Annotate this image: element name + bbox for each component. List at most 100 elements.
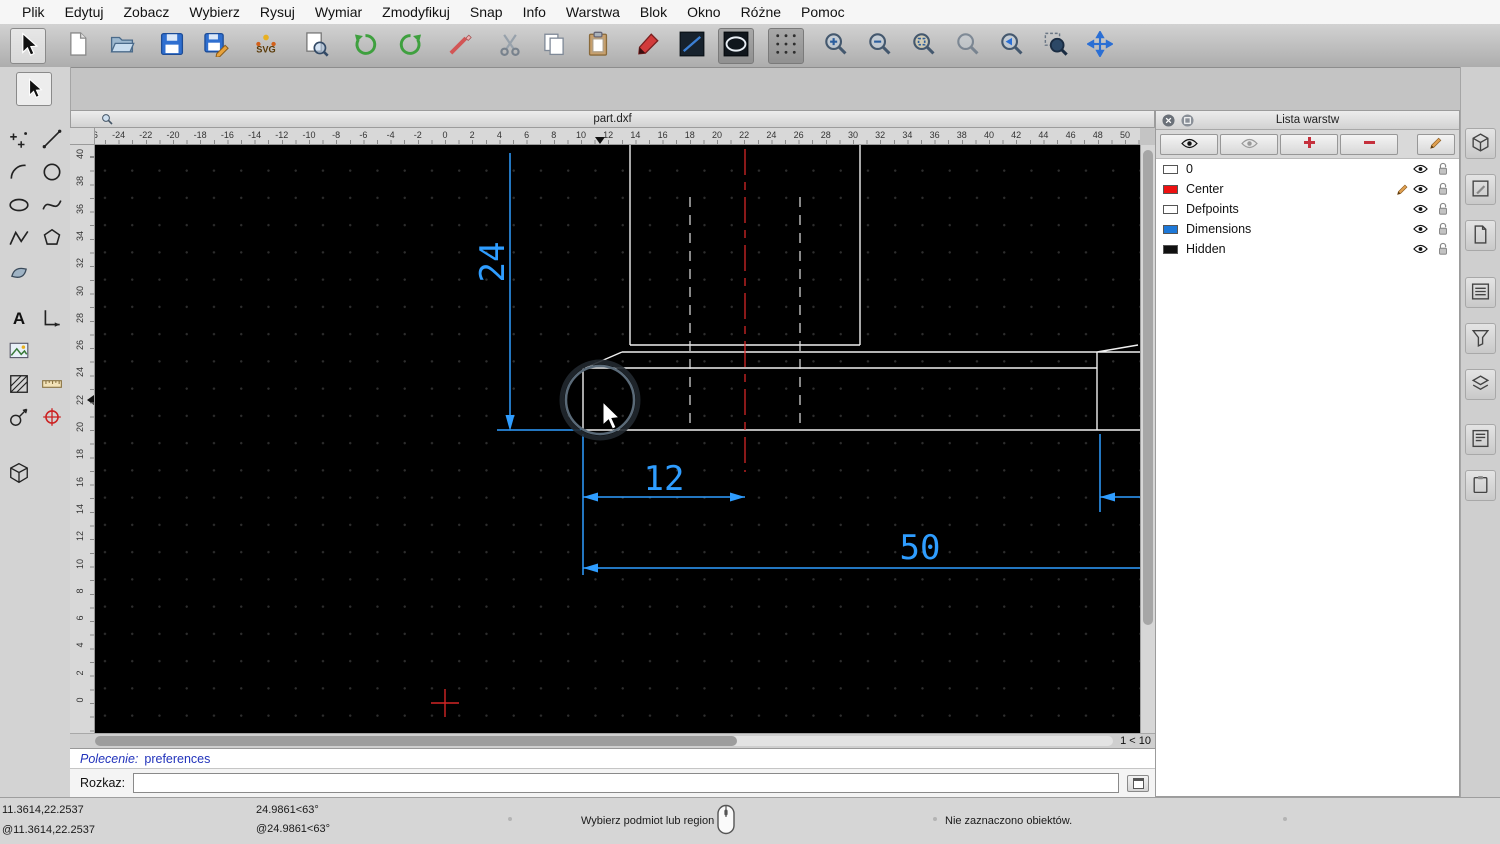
- drawing-canvas[interactable]: 24 12 50: [95, 145, 1140, 733]
- print-preview-button[interactable]: [298, 28, 334, 64]
- region-tool-button[interactable]: [4, 257, 34, 291]
- spline-tool-button[interactable]: [37, 191, 67, 221]
- text-tool-button[interactable]: A: [4, 304, 34, 334]
- palette-select-button[interactable]: [16, 72, 52, 106]
- menu-okno[interactable]: Okno: [677, 4, 730, 20]
- document-titlebar[interactable]: part.dxf: [70, 110, 1155, 128]
- measure-tool-button[interactable]: [37, 370, 67, 400]
- part-outline[interactable]: [582, 145, 1140, 431]
- layer-lock-toggle[interactable]: [1435, 162, 1451, 176]
- isometric-tool-button[interactable]: [4, 457, 34, 491]
- layer-visibility-toggle[interactable]: [1411, 244, 1429, 254]
- vertical-scrollbar-thumb[interactable]: [1143, 150, 1153, 625]
- save-button[interactable]: [154, 28, 190, 64]
- copy-button[interactable]: [536, 28, 572, 64]
- snap-tool-button[interactable]: [37, 403, 67, 433]
- line-attributes-button[interactable]: [674, 28, 710, 64]
- menu-wymiar[interactable]: Wymiar: [305, 4, 372, 20]
- dock-page-button[interactable]: [1465, 220, 1496, 251]
- horizontal-scrollbar[interactable]: [95, 736, 1113, 746]
- redo-button[interactable]: [392, 28, 428, 64]
- menu-plik[interactable]: Plik: [12, 4, 55, 20]
- polyline-tool-button[interactable]: [4, 224, 34, 254]
- hatch-icon: [8, 373, 30, 398]
- edit-layer-button[interactable]: [1417, 133, 1455, 155]
- layer-lock-toggle[interactable]: [1435, 242, 1451, 256]
- layer-row[interactable]: Center: [1156, 179, 1459, 199]
- image-tool-button[interactable]: [4, 337, 34, 367]
- menu-wybierz[interactable]: Wybierz: [179, 4, 249, 20]
- add-layer-button[interactable]: [1280, 133, 1338, 155]
- open-file-button[interactable]: [104, 28, 140, 64]
- dock-block-list-button[interactable]: [1465, 369, 1496, 400]
- zoom-previous-button[interactable]: [994, 28, 1030, 64]
- hide-all-layers-button[interactable]: [1220, 133, 1278, 155]
- layer-row[interactable]: Dimensions: [1156, 219, 1459, 239]
- point-tool-button[interactable]: [4, 125, 34, 155]
- select-tool-button[interactable]: [10, 27, 46, 64]
- dimension-right[interactable]: [1099, 434, 1140, 512]
- dock-clipboard-button[interactable]: [1465, 470, 1496, 501]
- layer-lock-toggle[interactable]: [1435, 222, 1451, 236]
- pen-button[interactable]: [630, 28, 666, 64]
- horizontal-scrollbar-thumb[interactable]: [95, 736, 737, 746]
- dock-draft-button[interactable]: [1465, 174, 1496, 205]
- layer-visibility-toggle[interactable]: [1411, 224, 1429, 234]
- command-detach-button[interactable]: [1127, 774, 1149, 792]
- zoom-pan-button[interactable]: [1082, 28, 1118, 64]
- dimension-tool-button[interactable]: [37, 304, 67, 334]
- ellipse-tool-button[interactable]: [4, 191, 34, 221]
- erase-button[interactable]: [442, 28, 478, 64]
- zoom-out-button[interactable]: [862, 28, 898, 64]
- layer-row[interactable]: Defpoints: [1156, 199, 1459, 219]
- ellipse-display-button[interactable]: [718, 27, 754, 64]
- undo-button[interactable]: [348, 28, 384, 64]
- ruler-label: -6: [359, 130, 368, 140]
- dock-filter-button[interactable]: [1465, 323, 1496, 354]
- menu-rozne[interactable]: Różne: [731, 4, 791, 20]
- layer-visibility-toggle[interactable]: [1411, 164, 1429, 174]
- menu-warstwa[interactable]: Warstwa: [556, 4, 630, 20]
- menu-zobacz[interactable]: Zobacz: [113, 4, 179, 20]
- clipboard-icon: [1470, 474, 1491, 498]
- layer-visibility-toggle[interactable]: [1411, 204, 1429, 214]
- show-all-layers-button[interactable]: [1160, 133, 1218, 155]
- dimension-width-12[interactable]: 12: [582, 434, 745, 575]
- circle-tool-button[interactable]: [37, 158, 67, 188]
- dock-layer-list-button[interactable]: [1465, 277, 1496, 308]
- vertical-scrollbar[interactable]: [1140, 145, 1155, 733]
- menu-blok[interactable]: Blok: [630, 4, 677, 20]
- modify-tool-button[interactable]: [4, 403, 34, 433]
- save-as-button[interactable]: [198, 28, 234, 64]
- grid-toggle-button[interactable]: [768, 27, 804, 64]
- new-file-button[interactable]: [60, 28, 96, 64]
- arc-tool-button[interactable]: [4, 158, 34, 188]
- layer-visibility-toggle[interactable]: [1411, 184, 1429, 194]
- remove-layer-button[interactable]: [1340, 133, 1398, 155]
- command-input[interactable]: [133, 773, 1119, 793]
- layer-row[interactable]: Hidden: [1156, 239, 1459, 259]
- layer-lock-toggle[interactable]: [1435, 202, 1451, 216]
- svg-export-button[interactable]: SVG: [248, 28, 284, 64]
- menu-zmodyfikuj[interactable]: Zmodyfikuj: [372, 4, 460, 20]
- cut-button[interactable]: [492, 28, 528, 64]
- dock-view-button[interactable]: [1465, 128, 1496, 159]
- zoom-auto-button[interactable]: [906, 28, 942, 64]
- menu-edytuj[interactable]: Edytuj: [55, 4, 114, 20]
- menu-snap[interactable]: Snap: [460, 4, 513, 20]
- menu-rysuj[interactable]: Rysuj: [250, 4, 305, 20]
- paste-button[interactable]: [580, 28, 616, 64]
- menu-info[interactable]: Info: [513, 4, 556, 20]
- menu-pomoc[interactable]: Pomoc: [791, 4, 855, 20]
- polygon-tool-button[interactable]: [37, 224, 67, 254]
- dock-command-widget-button[interactable]: [1465, 424, 1496, 455]
- layer-lock-toggle[interactable]: [1435, 182, 1451, 196]
- hatch-tool-button[interactable]: [4, 370, 34, 400]
- line-tool-button[interactable]: [37, 125, 67, 155]
- layer-row[interactable]: 0: [1156, 159, 1459, 179]
- zoom-in-button[interactable]: [818, 28, 854, 64]
- zoom-window-button[interactable]: [1038, 28, 1074, 64]
- dimension-width-50[interactable]: 50: [583, 528, 1140, 573]
- layers-panel-header[interactable]: Lista warstw: [1156, 111, 1459, 130]
- zoom-redraw-button[interactable]: [950, 28, 986, 64]
